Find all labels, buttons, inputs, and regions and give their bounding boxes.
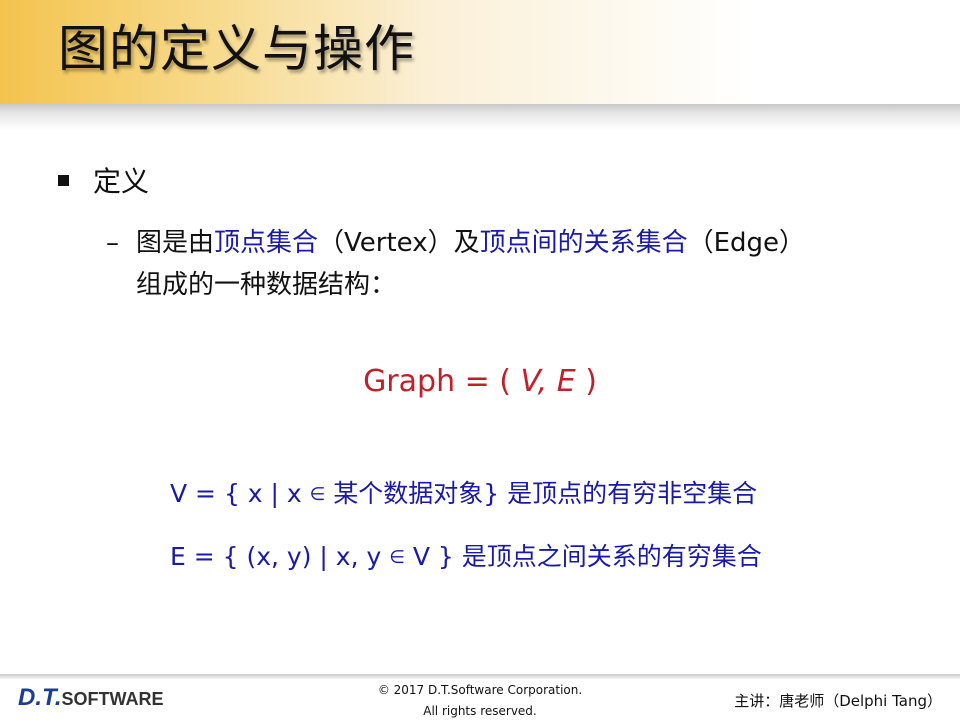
slide-title: 图的定义与操作 [58, 20, 415, 78]
element-of-icon: ∈ [309, 484, 326, 505]
formula-prefix: Graph = ( [363, 364, 511, 399]
edge-set-prefix: E = { (x, y) | x, y [170, 542, 382, 571]
definition-part-2: （Vertex）及 [318, 228, 480, 258]
element-of-icon: ∈ [389, 547, 405, 568]
definition-part-1: 图是由 [136, 228, 215, 258]
definition-line-1: 图是由顶点集合（Vertex）及顶点间的关系集合（Edge） [136, 222, 926, 264]
bullet-definition: 定义 [58, 160, 149, 200]
graph-formula: Graph = ( V, E ) [0, 360, 960, 404]
formula-vars: V, E [520, 364, 576, 399]
bullet-label: 定义 [93, 165, 150, 198]
edge-set-suffix: V } 是顶点之间关系的有穷集合 [412, 542, 762, 571]
vertex-set-suffix: 某个数据对象} 是顶点的有穷非空集合 [333, 479, 758, 508]
highlight-edge-set: 顶点间的关系集合 [479, 228, 688, 258]
definition-line-2: 组成的一种数据结构： [136, 270, 397, 300]
bullet-square-icon [58, 174, 69, 186]
vertex-set-prefix: V = { x | x [170, 479, 302, 508]
definition-text: – 图是由顶点集合（Vertex）及顶点间的关系集合（Edge） 组成的一种数据… [106, 222, 926, 306]
formula-suffix: ) [585, 364, 597, 399]
highlight-vertex-set: 顶点集合 [214, 228, 319, 258]
dash-icon: – [106, 228, 119, 258]
presenter-credit: 主讲：唐老师（Delphi Tang） [734, 692, 942, 710]
vertex-set-definition: V = { x | x ∈ 某个数据对象} 是顶点的有穷非空集合 [170, 474, 757, 515]
edge-set-definition: E = { (x, y) | x, y ∈ V } 是顶点之间关系的有穷集合 [170, 537, 762, 578]
definition-part-3: （Edge） [687, 228, 806, 258]
title-banner-shadow [0, 104, 960, 130]
